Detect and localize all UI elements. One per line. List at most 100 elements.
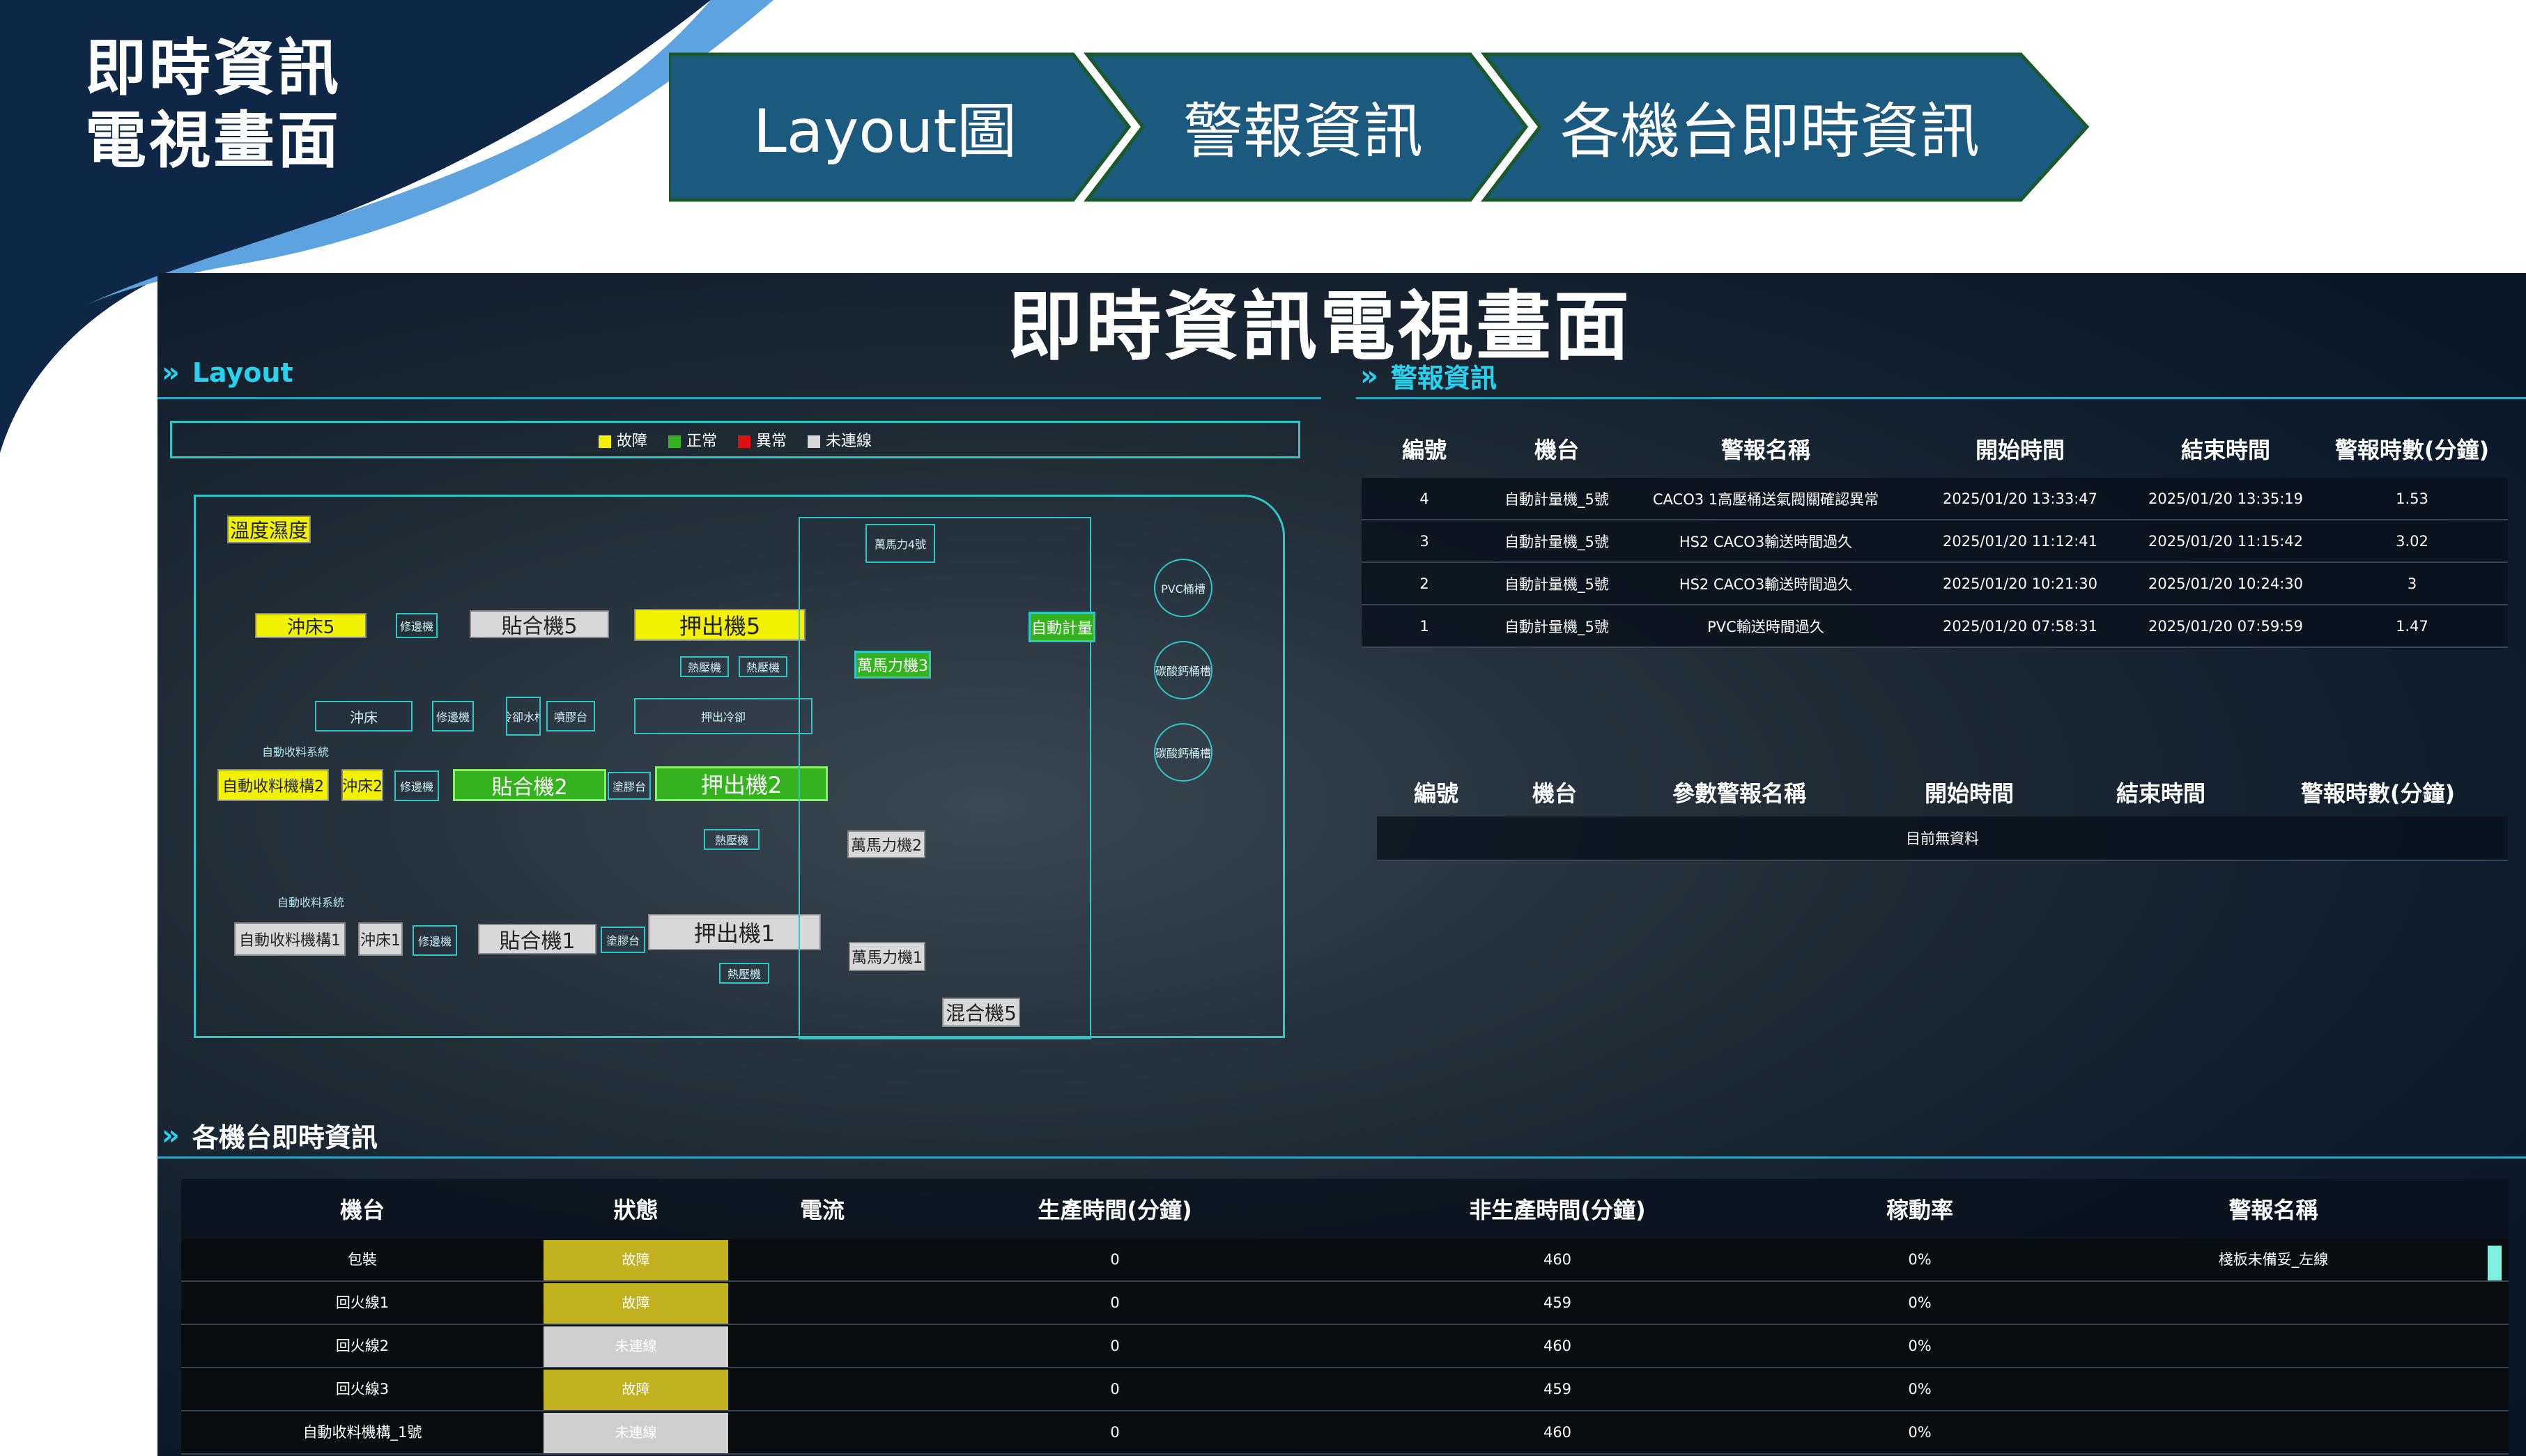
- alarm-cell: 2025/01/20 11:15:42: [2148, 532, 2304, 550]
- column-header: 警報名稱: [1720, 437, 1810, 463]
- machine-cell: 回火線3: [335, 1381, 390, 1397]
- double-chevron-icon: »: [1360, 359, 1378, 392]
- machine-repair-a[interactable]: 修邊機: [396, 613, 438, 638]
- pvc-tank[interactable]: PVC桶槽: [1154, 559, 1212, 617]
- nav-machine-info[interactable]: 各機台即時資訊: [1519, 52, 2021, 199]
- machine-repair-b[interactable]: 修邊機: [432, 701, 474, 731]
- machine-cell: 0: [1110, 1251, 1120, 1268]
- column-header: 非生產時間(分鐘): [1469, 1197, 1646, 1223]
- machine-extruder5[interactable]: 押出機5: [634, 609, 806, 641]
- temp-humidity[interactable]: 溫度濕度: [227, 516, 311, 543]
- machine-auto-collect2[interactable]: 自動收料機構2: [217, 769, 329, 801]
- banbury4[interactable]: 萬馬力4號: [865, 524, 935, 563]
- machine-cell: 0: [1110, 1294, 1120, 1311]
- alarm-cell: 1.47: [2396, 617, 2428, 635]
- machine-bond2[interactable]: 貼合機2: [453, 769, 606, 801]
- machine-cell: [728, 1239, 916, 1280]
- alarm-row[interactable]: 1 自動計量機_5號 PVC輸送時間過久 2025/01/20 07:58:31 202…: [1362, 605, 2508, 648]
- alarm-cell: 2025/01/20 07:59:59: [2148, 617, 2304, 635]
- double-chevron-icon: »: [162, 1119, 180, 1152]
- machine-cell: 棧板未備妥_左線: [2218, 1251, 2329, 1268]
- hot-press-d[interactable]: 熱壓機: [719, 963, 769, 984]
- machine-bond5[interactable]: 貼合機5: [470, 610, 609, 638]
- alarm-cell: HS2 CACO3輸送時間過久: [1679, 533, 1853, 550]
- hot-press-c[interactable]: 熱壓機: [704, 829, 760, 850]
- machine-punch1[interactable]: 沖床1: [358, 922, 403, 956]
- alarm-cell: 1: [1419, 617, 1429, 635]
- machine-banbury3[interactable]: 萬馬力機3: [854, 651, 931, 679]
- column-header: 機台: [339, 1197, 385, 1223]
- machine-cell: 0%: [1908, 1424, 1932, 1441]
- coat-table-b[interactable]: 塗膠台: [601, 927, 645, 953]
- status-badge: 故障: [544, 1240, 728, 1280]
- alarm-cell: 自動計量機_5號: [1504, 490, 1609, 508]
- dashboard-title: 即時資訊電視畫面: [1008, 284, 1633, 371]
- column-header: 編號: [1413, 780, 1458, 807]
- machine-cell: [728, 1411, 916, 1453]
- dashboard-screen: 即時資訊電視畫面 » Layout 故障 正常 異常 未連線 溫度濕度 沖床5 修…: [157, 273, 2526, 1456]
- hot-press-a[interactable]: 熱壓機: [680, 656, 729, 677]
- machine-mixer5[interactable]: 混合機5: [942, 998, 1020, 1027]
- machine-cell: [2038, 1411, 2509, 1453]
- alarm-cell: 3: [2407, 575, 2417, 592]
- machine-row[interactable]: 回火線1 故障 0 459 0%: [181, 1282, 2509, 1325]
- status-badge: 故障: [544, 1283, 728, 1324]
- machine-cell: 459: [1543, 1294, 1572, 1311]
- alarm-cell: HS2 CACO3輸送時間過久: [1679, 575, 1853, 593]
- coat-table-a[interactable]: 塗膠台: [608, 772, 651, 800]
- machine-bond1[interactable]: 貼合機1: [478, 924, 596, 954]
- param-table-header: 編號 機台 參數警報名稱 開始時間 結束時間 警報時數(分鐘): [1377, 768, 2508, 816]
- machine-cell: 回火線2: [335, 1338, 390, 1354]
- water-cool[interactable]: 冷卻水槽: [506, 697, 541, 736]
- legend-normal: 正常: [668, 428, 717, 451]
- nav-layout[interactable]: Layout圖: [669, 52, 1101, 199]
- machine-punch[interactable]: 沖床: [315, 701, 413, 731]
- machine-row[interactable]: 自動收料機構_1號 未連線 0 460 0%: [181, 1411, 2509, 1455]
- machine-cell: 0: [1110, 1381, 1120, 1397]
- column-header: 警報時數(分鐘): [2334, 437, 2490, 463]
- alarm-cell: 2025/01/20 10:24:30: [2148, 575, 2304, 592]
- machine-cell: 459: [1543, 1381, 1572, 1397]
- machine-cell: 0%: [1908, 1338, 1932, 1354]
- alarm-row[interactable]: 4 自動計量機_5號 CACO3 1高壓桶送氣閥關確認異常 2025/01/20 13…: [1362, 478, 2508, 520]
- alarm-row[interactable]: 2 自動計量機_5號 HS2 CACO3輸送時間過久 2025/01/20 10:21…: [1362, 563, 2508, 605]
- calcium-tank-1[interactable]: 碳酸鈣桶槽: [1154, 641, 1212, 699]
- machine-auto-meter[interactable]: 自動計量: [1029, 612, 1095, 642]
- alarm-table-header: 編號 機台 警報名稱 開始時間 結束時間 警報時數(分鐘): [1362, 419, 2508, 478]
- machine-punch5[interactable]: 沖床5: [255, 613, 367, 638]
- machine-banbury2[interactable]: 萬馬力機2: [847, 830, 925, 858]
- machine-row[interactable]: 包裝 故障 0 460 0% 棧板未備妥_左線: [181, 1239, 2509, 1282]
- machine-cell: 未連線: [544, 1411, 728, 1453]
- machine-extruder1[interactable]: 押出機1: [648, 914, 821, 950]
- machine-cell: 故障: [544, 1282, 728, 1324]
- machine-banbury1[interactable]: 萬馬力機1: [849, 942, 925, 971]
- status-badge: 未連線: [544, 1413, 728, 1453]
- alarm-row[interactable]: 3 自動計量機_5號 HS2 CACO3輸送時間過久 2025/01/20 11:12…: [1362, 520, 2508, 563]
- layout-divider: [157, 397, 1321, 399]
- machine-cell: [2038, 1325, 2509, 1367]
- extruder-cooling[interactable]: 押出冷卻: [634, 698, 813, 734]
- calcium-tank-2[interactable]: 碳酸鈣桶槽: [1154, 723, 1212, 782]
- machine-punch2[interactable]: 沖床2: [341, 769, 383, 801]
- machine-auto-collect1[interactable]: 自動收料機構1: [234, 922, 346, 956]
- alarm-cell: 2025/01/20 13:33:47: [1942, 490, 2098, 507]
- scrollbar-thumb[interactable]: [2488, 1246, 2502, 1280]
- machine-repair-c[interactable]: 修邊機: [394, 770, 439, 801]
- double-chevron-icon: »: [162, 357, 180, 389]
- machine-cell: 自動收料機構_1號: [302, 1424, 422, 1441]
- machine-row[interactable]: 回火線2 未連線 0 460 0%: [181, 1325, 2509, 1368]
- alarm-cell: 4: [1419, 490, 1429, 507]
- alarm-cell: 自動計量機_5號: [1504, 618, 1609, 635]
- spray-table[interactable]: 噴膠台: [546, 701, 595, 731]
- alarm-divider: [1356, 397, 2526, 399]
- machine-divider: [157, 1156, 2526, 1159]
- machine-cell: 0: [1110, 1338, 1120, 1354]
- machine-row[interactable]: 回火線3 故障 0 459 0%: [181, 1368, 2509, 1411]
- alarm-cell: 2025/01/20 07:58:31: [1942, 617, 2098, 635]
- hot-press-b[interactable]: 熱壓機: [739, 656, 787, 677]
- nav-alarm[interactable]: 警報資訊: [1129, 52, 1477, 199]
- alarm-cell: 2025/01/20 10:21:30: [1942, 575, 2098, 592]
- alarm-cell: 自動計量機_5號: [1504, 575, 1609, 593]
- machine-repair-d[interactable]: 修邊機: [413, 925, 457, 956]
- machine-cell: 0: [1110, 1424, 1120, 1441]
